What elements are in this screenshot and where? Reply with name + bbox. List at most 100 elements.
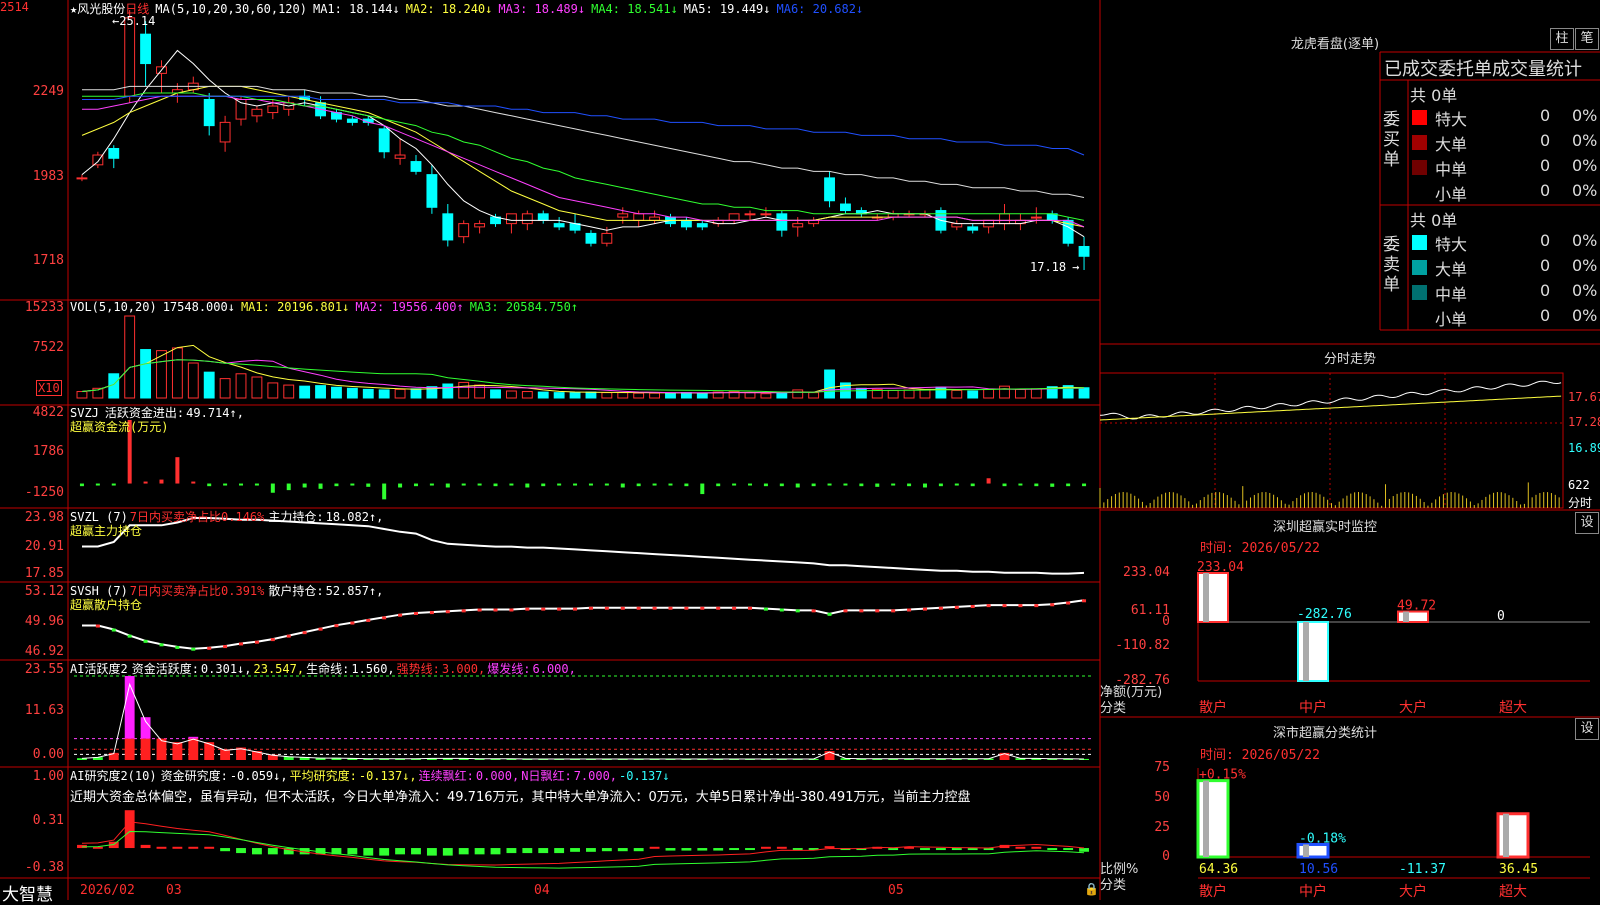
volume-bar (537, 391, 549, 399)
buy-orders-label: 委买单 (1383, 110, 1400, 170)
retail-holding-mark (1050, 603, 1055, 607)
sz-class-settings-button[interactable]: 设 (1575, 718, 1599, 740)
y-tick: 49.96 (24, 614, 64, 629)
fund-flow-bar (366, 483, 371, 487)
ai-active-bar (172, 742, 183, 760)
retail-holding-mark (604, 606, 609, 610)
retail-holding-mark (493, 608, 498, 612)
y-tick: 1.00 (32, 769, 64, 784)
fund-flow-bar (1066, 483, 1071, 487)
fund-flow-bar (1050, 483, 1055, 487)
ma-header: ★风光股份日线 MA(5,10,20,30,60,120) MA1: 18.144↓… (70, 0, 875, 17)
sell-row-name: 中单 (1435, 285, 1468, 304)
ai-research-bar (729, 848, 740, 851)
ai-research-bar (156, 846, 167, 849)
sz-monitor-tick: -282.76 (1115, 673, 1170, 688)
sell-swatch-2 (1412, 260, 1427, 275)
sz-class-tick: 25 (1154, 820, 1170, 835)
sell-row-count: 0 (1540, 256, 1551, 275)
ai-research-bar (935, 848, 946, 851)
retail-holding-mark (127, 634, 132, 638)
y-tick: 11.63 (24, 703, 64, 718)
candle-body (219, 121, 231, 143)
volume-ma-values: MA1: 20196.801↓ MA2: 19556.400↑ MA3: 20584… (241, 300, 584, 314)
tick-mode-button[interactable]: 笔 (1575, 28, 1599, 50)
sz-class-tick: 75 (1154, 760, 1170, 775)
buy-row-count: 0 (1540, 106, 1551, 125)
sz-class-title: 深市超赢分类统计 (1272, 726, 1377, 741)
ai-research-bar (697, 848, 708, 851)
bar-mode-button[interactable]: 柱 (1550, 28, 1574, 50)
y-tick: 1718 (32, 253, 64, 268)
candle-body (633, 213, 645, 221)
retail-holding-mark (875, 609, 880, 613)
ai-research-bar (745, 848, 755, 851)
ma-value-3: MA3: 18.489↓ (498, 2, 586, 16)
sell-row-name: 特大 (1435, 235, 1468, 254)
fund-flow-bar (779, 483, 784, 487)
intraday-title: 分时走势 (1323, 352, 1376, 367)
fund-flow-bar (986, 478, 991, 484)
ai-research-bar (236, 848, 246, 854)
volume-bar (219, 378, 231, 399)
volume-bar (442, 383, 454, 399)
ai-research-comment: 近期大资金总体偏空，虽有异动，但不太活跃，今日大单净流入：49.716万元，其中… (70, 790, 971, 805)
retail-holding-mark (207, 646, 212, 650)
candle-body (840, 203, 851, 212)
sz-monitor-tick: -110.82 (1115, 638, 1170, 653)
sz-monitor-time: 时间: 2026/05/22 (1200, 541, 1320, 556)
fund-flow-bar (191, 481, 196, 484)
sz-monitor-category: 中户 (1299, 699, 1327, 716)
retail-holding-mark (175, 645, 180, 649)
buy-swatch-2 (1412, 135, 1427, 150)
ai-research-bar (1079, 848, 1089, 852)
ai-research-bar (649, 846, 660, 849)
intraday-avg-line (1099, 395, 1562, 421)
retail-holding-mark (366, 618, 371, 622)
longhu-tabs[interactable]: 已成交委托单成交量统计 (1384, 55, 1582, 81)
ai-research-bar (951, 848, 962, 851)
y-tick: 20.91 (24, 539, 64, 554)
retail-holding-mark (922, 607, 927, 611)
volume-bar (744, 392, 756, 399)
ai-research-bar (220, 848, 231, 852)
fund-flow-bar (175, 457, 180, 484)
retail-holding-mark (938, 606, 943, 610)
volume-bar (633, 392, 645, 399)
ai-research-bar (1031, 846, 1042, 849)
app-logo: 大智慧 (2, 885, 53, 905)
fund-flow-bar (477, 483, 482, 486)
candle-body (346, 118, 358, 123)
volume-bar (283, 384, 295, 399)
sz-class-bar-top: -0.18% (1299, 831, 1346, 846)
sz-monitor-category: 大户 (1399, 699, 1427, 716)
high-price-label: ←25.14 (112, 14, 156, 28)
volume-bar (331, 386, 342, 399)
low-price-label: 17.18 → (1030, 260, 1080, 274)
volume-bar (315, 385, 326, 399)
intraday-tick: 17.28 (1568, 415, 1600, 429)
lock-icon[interactable]: 🔒 (1084, 882, 1099, 896)
volume-bar (251, 376, 263, 399)
ai-research-bar (124, 810, 135, 849)
fund-flow-bar (111, 483, 116, 486)
y-tick: -0.38 (24, 860, 64, 875)
y-tick: 1983 (32, 169, 64, 184)
retail-holding-mark (350, 621, 355, 625)
intraday-vol-tick: 622 (1568, 478, 1590, 492)
fund-flow-bar (286, 483, 291, 491)
candle-body (680, 219, 692, 228)
price-tick-top: 2514 (0, 0, 29, 14)
retail-holding-mark (223, 645, 228, 649)
retail-holding-mark (636, 606, 641, 610)
y-tick: 2249 (32, 84, 64, 99)
retail-holding-mark (239, 642, 244, 646)
fund-flow-bar (732, 483, 737, 486)
fund-flow-bar (748, 483, 753, 486)
sz-monitor-settings-button[interactable]: 设 (1575, 512, 1599, 534)
sz-monitor-bar-label: -282.76 (1297, 607, 1352, 622)
retail-holding-mark (1018, 604, 1023, 608)
buy-row-pct: 0% (1572, 106, 1598, 125)
retail-holding-mark (716, 606, 721, 610)
candle-body (76, 177, 88, 180)
